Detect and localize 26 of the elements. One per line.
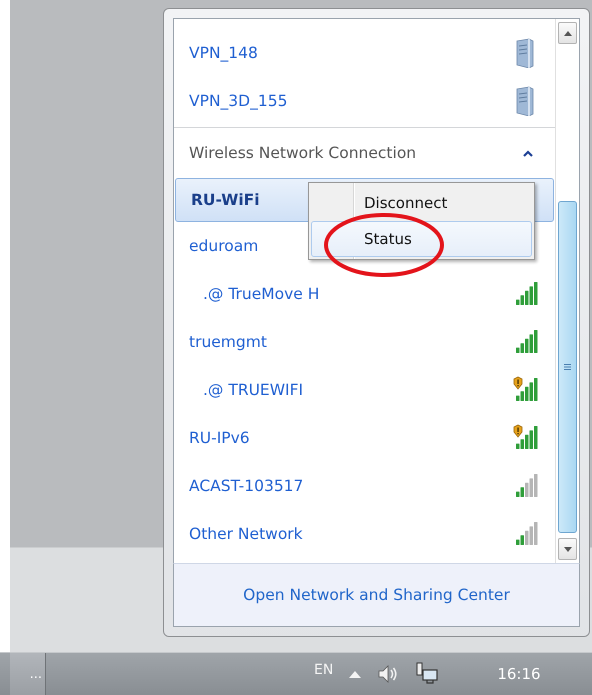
server-icon (515, 38, 535, 68)
network-icon[interactable] (415, 662, 440, 686)
network-item[interactable]: truemgmt (174, 318, 555, 366)
network-item[interactable]: Other Network (174, 510, 555, 558)
vpn-name[interactable]: VPN_3D_155 (189, 92, 288, 110)
network-item[interactable]: RU-IPv6 (174, 414, 555, 462)
up-arrow-icon (564, 30, 572, 36)
down-arrow-icon (564, 546, 572, 552)
section-title: Wireless Network Connection (189, 144, 416, 162)
scroll-up-button[interactable] (558, 22, 577, 44)
network-item[interactable]: .@ TRUEWIFI (174, 366, 555, 414)
network-item[interactable]: ACAST-103517 (174, 462, 555, 510)
scrollbar[interactable] (555, 19, 579, 563)
server-icon (515, 86, 535, 116)
clock[interactable]: 16:16 (497, 665, 541, 683)
menu-item[interactable]: Status (311, 221, 532, 257)
menu-item[interactable]: Disconnect (311, 185, 532, 221)
network-item[interactable]: .@ TrueMove H (174, 270, 555, 318)
scroll-thumb[interactable] (558, 201, 577, 533)
up-arrow-icon[interactable] (349, 670, 362, 678)
speaker-icon[interactable] (377, 663, 400, 685)
scroll-down-button[interactable] (558, 538, 577, 560)
vpn-name[interactable]: VPN_148 (189, 44, 258, 62)
chevron-icon[interactable] (523, 150, 533, 156)
grip-icon (564, 364, 571, 370)
network-center-link[interactable]: Open Network and Sharing Center (243, 586, 510, 604)
